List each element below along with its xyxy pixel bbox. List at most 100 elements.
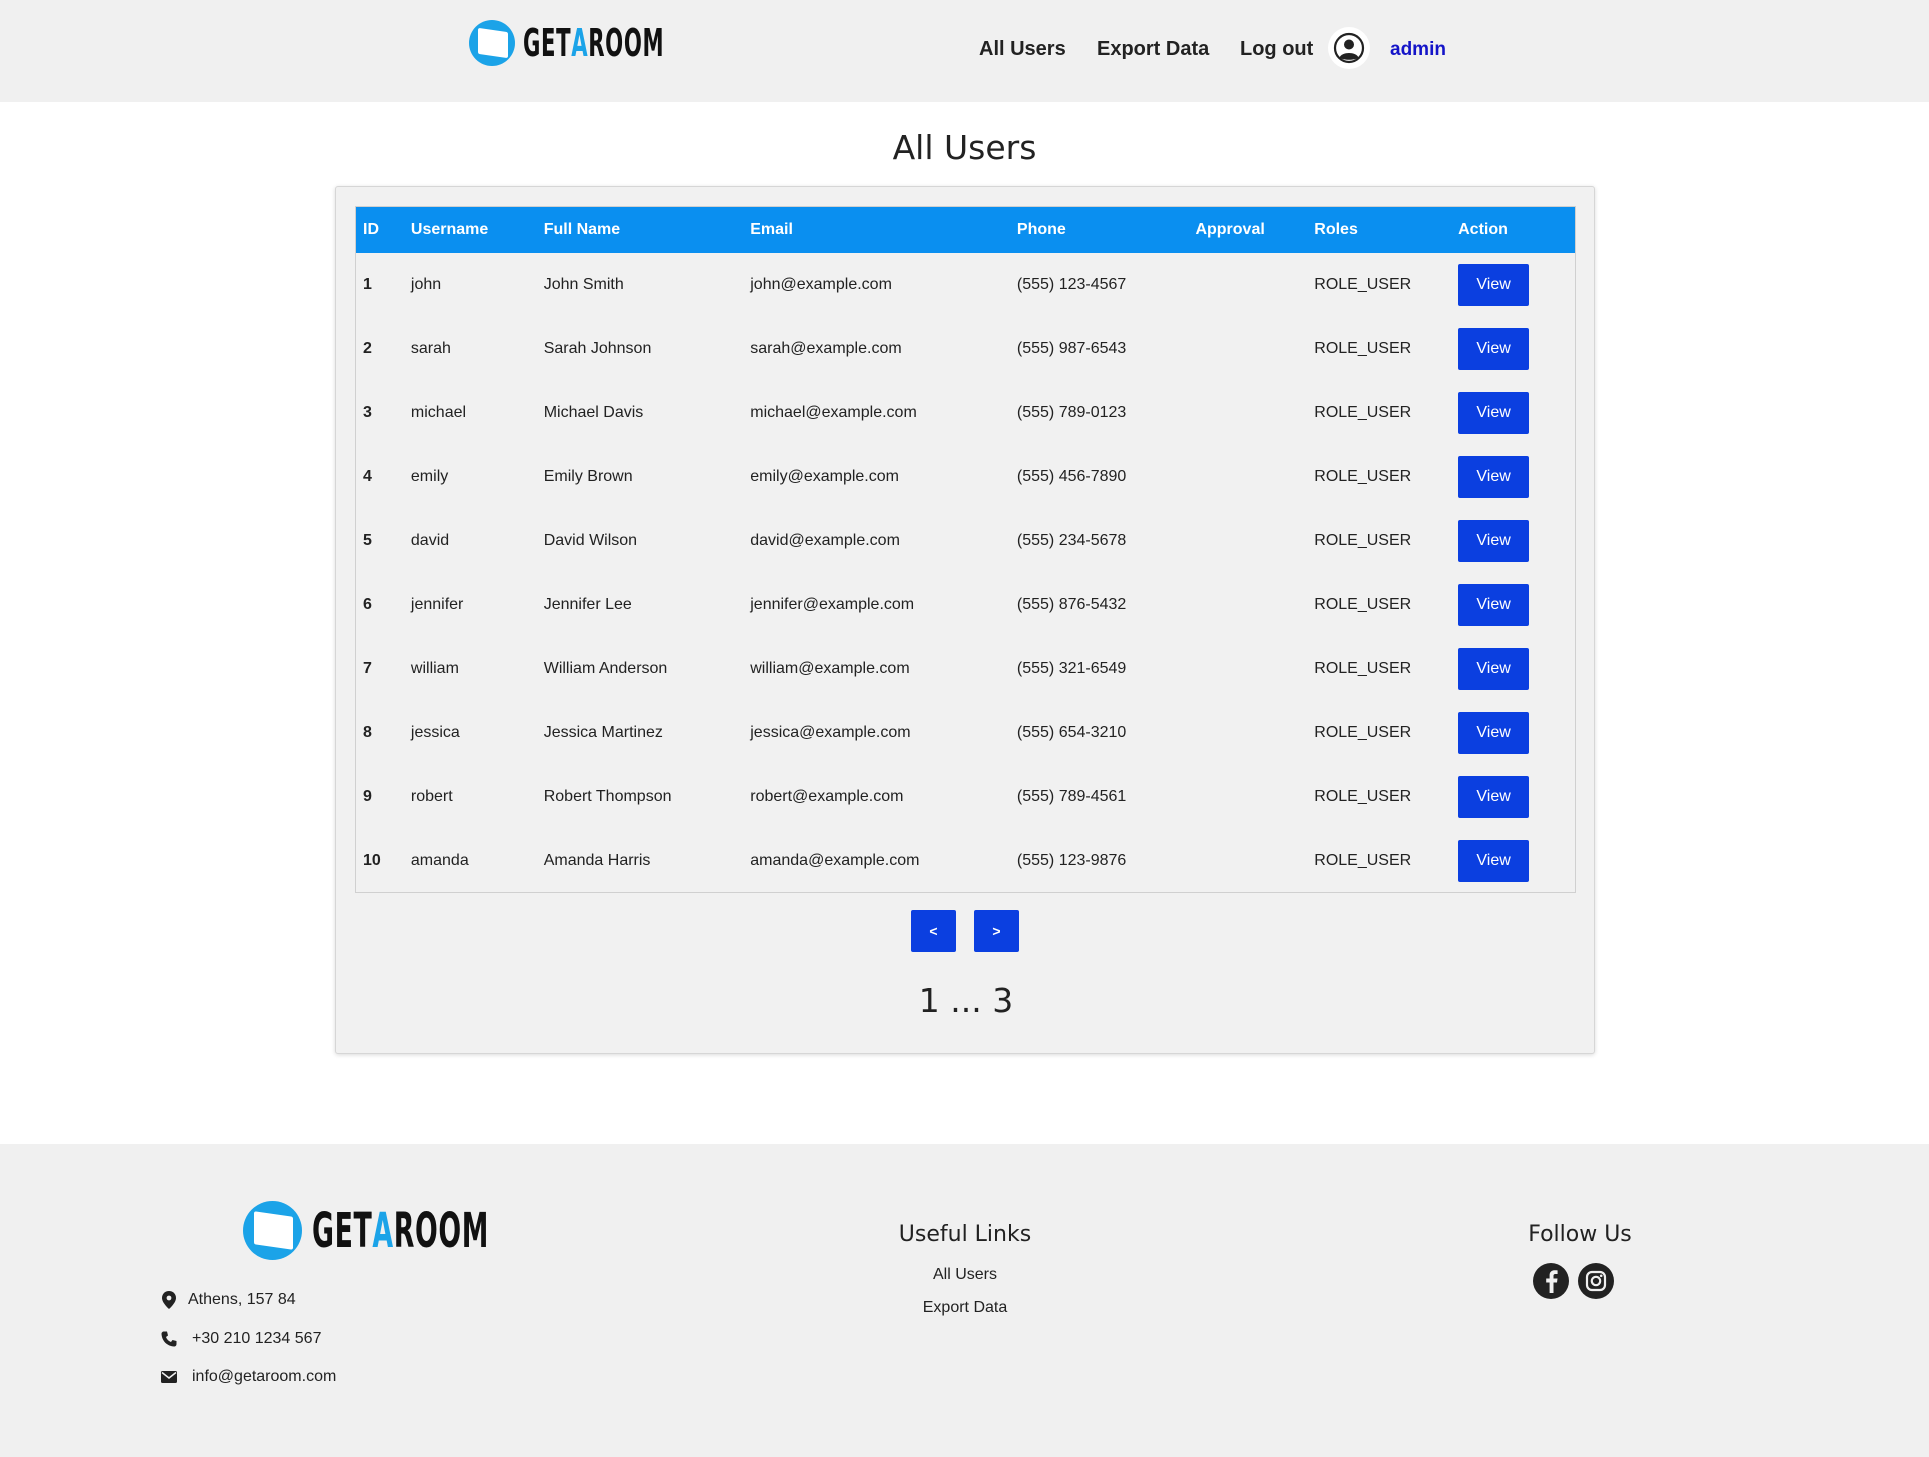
cell-roles: ROLE_USER bbox=[1314, 596, 1412, 613]
map-pin-icon bbox=[160, 1291, 178, 1309]
cell-phone: (555) 234-5678 bbox=[1016, 532, 1127, 549]
cell-approval bbox=[1188, 445, 1307, 509]
cell-roles: ROLE_USER bbox=[1314, 532, 1412, 549]
view-user-button[interactable]: View bbox=[1458, 392, 1530, 434]
cell-id: 6 bbox=[363, 596, 372, 613]
cell-id: 5 bbox=[363, 532, 372, 549]
cell-approval bbox=[1188, 317, 1307, 381]
cell-id: 9 bbox=[363, 788, 372, 805]
cell-roles: ROLE_USER bbox=[1314, 404, 1412, 421]
table-row: 10 amanda Amanda Harris amanda@example.com (… bbox=[356, 829, 1575, 893]
users-table: ID Username Full Name Email Phone Approv… bbox=[356, 207, 1575, 893]
user-avatar[interactable] bbox=[1328, 27, 1370, 69]
cell-approval bbox=[1188, 701, 1307, 765]
header-approval[interactable]: Approval bbox=[1188, 207, 1307, 253]
view-user-button[interactable]: View bbox=[1458, 456, 1530, 498]
table-row: 5 david David Wilson david@example.com (555)… bbox=[356, 509, 1575, 573]
page-title: All Users bbox=[892, 128, 1037, 167]
table-row: 7 william William Anderson william@example.… bbox=[356, 637, 1575, 701]
admin-user-link[interactable]: admin bbox=[1390, 39, 1446, 61]
table-row: 9 robert Robert Thompson robert@example.com… bbox=[356, 765, 1575, 829]
cell-roles: ROLE_USER bbox=[1314, 468, 1412, 485]
cell-id: 1 bbox=[363, 276, 372, 293]
cell-approval bbox=[1188, 381, 1307, 445]
cell-full-name: David Wilson bbox=[543, 532, 638, 549]
view-user-button[interactable]: View bbox=[1458, 648, 1530, 690]
view-user-button[interactable]: View bbox=[1458, 712, 1530, 754]
table-row: 6 jennifer Jennifer Lee jennifer@example.co… bbox=[356, 573, 1575, 637]
header-action: Action bbox=[1458, 221, 1508, 238]
cell-email: jessica@example.com bbox=[750, 724, 911, 741]
cell-email: john@example.com bbox=[750, 276, 892, 293]
cell-email: michael@example.com bbox=[750, 404, 917, 421]
cell-username: david bbox=[410, 532, 450, 549]
user-circle-icon bbox=[1333, 32, 1365, 64]
view-user-button[interactable]: View bbox=[1458, 776, 1530, 818]
cell-phone: (555) 456-7890 bbox=[1016, 468, 1127, 485]
cell-id: 3 bbox=[363, 404, 372, 421]
footer-link-export-data[interactable]: Export Data bbox=[860, 1299, 1070, 1317]
next-page-button[interactable]: > bbox=[974, 910, 1019, 952]
header-email[interactable]: Email bbox=[743, 207, 1010, 253]
cell-action: View bbox=[1451, 381, 1575, 445]
cell-id: 4 bbox=[363, 468, 372, 485]
view-user-button[interactable]: View bbox=[1458, 840, 1530, 882]
table-header-row: ID Username Full Name Email Phone Approv… bbox=[356, 207, 1575, 253]
footer-link-all-users[interactable]: All Users bbox=[860, 1266, 1070, 1284]
view-user-button[interactable]: View bbox=[1458, 584, 1530, 626]
cell-username: robert bbox=[410, 788, 453, 805]
cell-id: 8 bbox=[363, 724, 372, 741]
cell-phone: (555) 876-5432 bbox=[1016, 596, 1127, 613]
cell-phone: (555) 789-4561 bbox=[1016, 788, 1127, 805]
footer-brand-logo[interactable]: GET A ROOM bbox=[243, 1201, 597, 1260]
table-row: 1 john John Smith john@example.com (555) 123… bbox=[356, 253, 1575, 317]
cell-username: emily bbox=[410, 468, 449, 485]
brand-logo[interactable]: GET A ROOM bbox=[469, 20, 751, 66]
cell-action: View bbox=[1451, 701, 1575, 765]
cell-phone: (555) 789-0123 bbox=[1016, 404, 1127, 421]
cell-phone: (555) 321-6549 bbox=[1016, 660, 1127, 677]
header-roles[interactable]: Roles bbox=[1307, 207, 1451, 253]
nav-all-users-link[interactable]: All Users bbox=[979, 38, 1066, 61]
header-phone[interactable]: Phone bbox=[1010, 207, 1189, 253]
logo-mark-icon bbox=[469, 20, 515, 66]
cell-full-name: Michael Davis bbox=[543, 404, 644, 421]
cell-full-name: John Smith bbox=[543, 276, 624, 293]
header-username[interactable]: Username bbox=[404, 207, 537, 253]
cell-email: william@example.com bbox=[750, 660, 910, 677]
header-id[interactable]: ID bbox=[356, 207, 404, 253]
instagram-icon[interactable] bbox=[1578, 1263, 1614, 1299]
cell-action: View bbox=[1451, 253, 1575, 317]
cell-action: View bbox=[1451, 317, 1575, 381]
contact-email: info@getaroom.com bbox=[160, 1368, 336, 1386]
view-user-button[interactable]: View bbox=[1458, 264, 1530, 306]
cell-username: jennifer bbox=[410, 596, 464, 613]
envelope-icon bbox=[160, 1368, 178, 1386]
cell-action: View bbox=[1451, 765, 1575, 829]
header-full-name[interactable]: Full Name bbox=[537, 207, 744, 253]
facebook-icon[interactable] bbox=[1533, 1263, 1569, 1299]
cell-full-name: Emily Brown bbox=[543, 468, 633, 485]
cell-action: View bbox=[1451, 637, 1575, 701]
follow-us-heading: Follow Us bbox=[1528, 1222, 1632, 1247]
logo-mark-icon bbox=[243, 1201, 302, 1260]
cell-roles: ROLE_USER bbox=[1314, 852, 1412, 869]
cell-email: robert@example.com bbox=[750, 788, 904, 805]
cell-phone: (555) 123-4567 bbox=[1016, 276, 1127, 293]
view-user-button[interactable]: View bbox=[1458, 328, 1530, 370]
nav-log-out-link[interactable]: Log out bbox=[1240, 38, 1313, 61]
cell-roles: ROLE_USER bbox=[1314, 660, 1412, 677]
previous-page-button[interactable]: < bbox=[911, 910, 956, 952]
cell-full-name: Amanda Harris bbox=[543, 852, 651, 869]
cell-email: jennifer@example.com bbox=[750, 596, 915, 613]
table-row: 3 michael Michael Davis michael@example.com… bbox=[356, 381, 1575, 445]
cell-full-name: William Anderson bbox=[543, 660, 668, 677]
view-user-button[interactable]: View bbox=[1458, 520, 1530, 562]
cell-id: 7 bbox=[363, 660, 372, 677]
table-row: 8 jessica Jessica Martinez jessica@example.… bbox=[356, 701, 1575, 765]
cell-email: david@example.com bbox=[750, 532, 900, 549]
cell-phone: (555) 987-6543 bbox=[1016, 340, 1127, 357]
cell-roles: ROLE_USER bbox=[1314, 276, 1412, 293]
cell-action: View bbox=[1451, 509, 1575, 573]
nav-export-data-link[interactable]: Export Data bbox=[1097, 38, 1209, 61]
